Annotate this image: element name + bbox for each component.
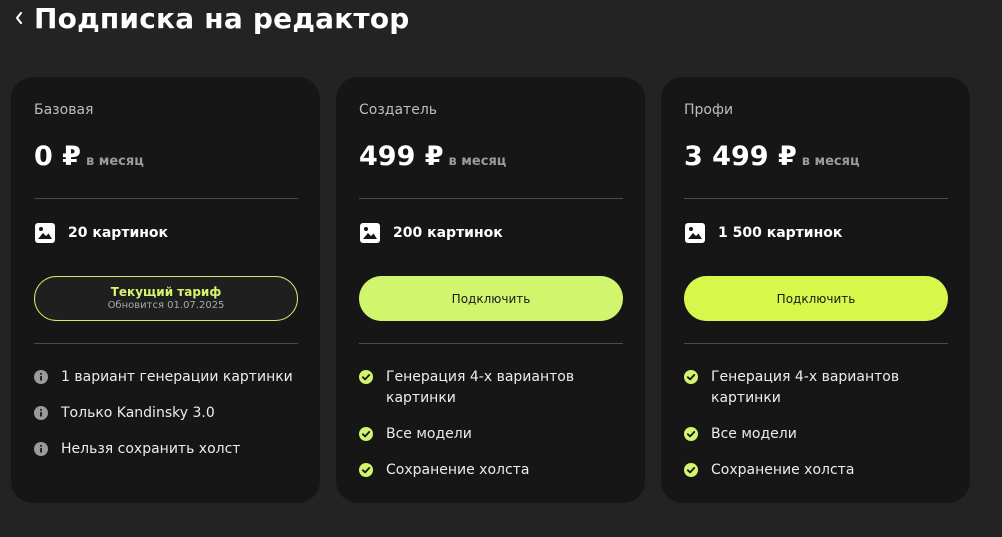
feature-item: Все модели — [359, 424, 631, 445]
divider — [359, 198, 623, 199]
feature-text: Только Kandinsky 3.0 — [61, 405, 215, 421]
check-circle-icon — [684, 463, 698, 477]
plan-period: в месяц — [801, 154, 860, 169]
divider — [359, 343, 623, 344]
features-list: 1 вариант генерации картинки Только Kand… — [34, 367, 306, 475]
divider — [684, 343, 948, 344]
price-row: 499 ₽ в месяц — [359, 141, 506, 172]
plan-name: Создатель — [359, 102, 438, 118]
image-icon — [35, 223, 55, 243]
images-count: 200 картинок — [393, 225, 503, 241]
connect-button[interactable]: Подключить — [684, 276, 948, 321]
divider — [34, 198, 298, 199]
images-count: 20 картинок — [68, 225, 169, 241]
image-icon — [685, 223, 705, 243]
plan-name: Профи — [684, 102, 734, 118]
info-icon — [34, 406, 48, 420]
check-circle-icon — [359, 427, 373, 441]
divider — [684, 198, 948, 199]
feature-text: Все модели — [711, 426, 797, 442]
feature-item: Все модели — [684, 424, 956, 445]
info-icon — [34, 370, 48, 384]
images-limit: 200 картинок — [360, 223, 503, 243]
chevron-left-icon — [15, 11, 23, 25]
price-row: 0 ₽ в месяц — [34, 141, 144, 172]
connect-button[interactable]: Подключить — [359, 276, 623, 321]
check-circle-icon — [359, 463, 373, 477]
feature-item: Сохранение холста — [684, 460, 956, 481]
plan-card-basic: Базовая 0 ₽ в месяц 20 картинок Текущий … — [11, 77, 320, 503]
check-circle-icon — [684, 427, 698, 441]
plan-name: Базовая — [34, 102, 94, 118]
feature-text: 1 вариант генерации картинки — [61, 369, 293, 385]
feature-text: Все модели — [386, 426, 472, 442]
check-circle-icon — [359, 370, 373, 384]
feature-item: Генерация 4-х вариантов картинки — [684, 367, 956, 409]
connect-button-label: Подключить — [776, 291, 856, 306]
plan-price: 0 ₽ — [34, 141, 81, 172]
plan-period: в месяц — [85, 154, 144, 169]
images-limit: 20 картинок — [35, 223, 168, 243]
plan-price: 3 499 ₽ — [684, 141, 797, 172]
page-header: Подписка на редактор — [14, 0, 410, 36]
images-limit: 1 500 картинок — [685, 223, 842, 243]
back-button[interactable] — [14, 6, 30, 30]
feature-item: Нельзя сохранить холст — [34, 439, 306, 460]
check-circle-icon — [684, 370, 698, 384]
plans-list: Базовая 0 ₽ в месяц 20 картинок Текущий … — [11, 77, 970, 503]
info-icon — [34, 442, 48, 456]
feature-text: Генерация 4-х вариантов картинки — [711, 369, 900, 406]
feature-item: Сохранение холста — [359, 460, 631, 481]
plan-period: в месяц — [448, 154, 507, 169]
connect-button-label: Подключить — [451, 291, 531, 306]
plan-price: 499 ₽ — [359, 141, 444, 172]
plan-card-pro: Профи 3 499 ₽ в месяц 1 500 картинок Под… — [661, 77, 970, 503]
feature-item: Только Kandinsky 3.0 — [34, 403, 306, 424]
price-row: 3 499 ₽ в месяц — [684, 141, 860, 172]
image-icon — [360, 223, 380, 243]
features-list: Генерация 4-х вариантов картинки Все мод… — [684, 367, 956, 496]
feature-text: Нельзя сохранить холст — [61, 441, 241, 457]
feature-text: Сохранение холста — [711, 462, 855, 478]
current-plan-button[interactable]: Текущий тариф Обновится 01.07.2025 — [34, 276, 298, 321]
renewal-date: Обновится 01.07.2025 — [107, 300, 225, 311]
feature-text: Сохранение холста — [386, 462, 530, 478]
features-list: Генерация 4-х вариантов картинки Все мод… — [359, 367, 631, 496]
images-count: 1 500 картинок — [718, 225, 843, 241]
feature-item: 1 вариант генерации картинки — [34, 367, 306, 388]
current-plan-label: Текущий тариф — [110, 285, 222, 299]
page-title: Подписка на редактор — [34, 1, 410, 35]
plan-card-creator: Создатель 499 ₽ в месяц 200 картинок Под… — [336, 77, 645, 503]
feature-text: Генерация 4-х вариантов картинки — [386, 369, 575, 406]
feature-item: Генерация 4-х вариантов картинки — [359, 367, 631, 409]
divider — [34, 343, 298, 344]
